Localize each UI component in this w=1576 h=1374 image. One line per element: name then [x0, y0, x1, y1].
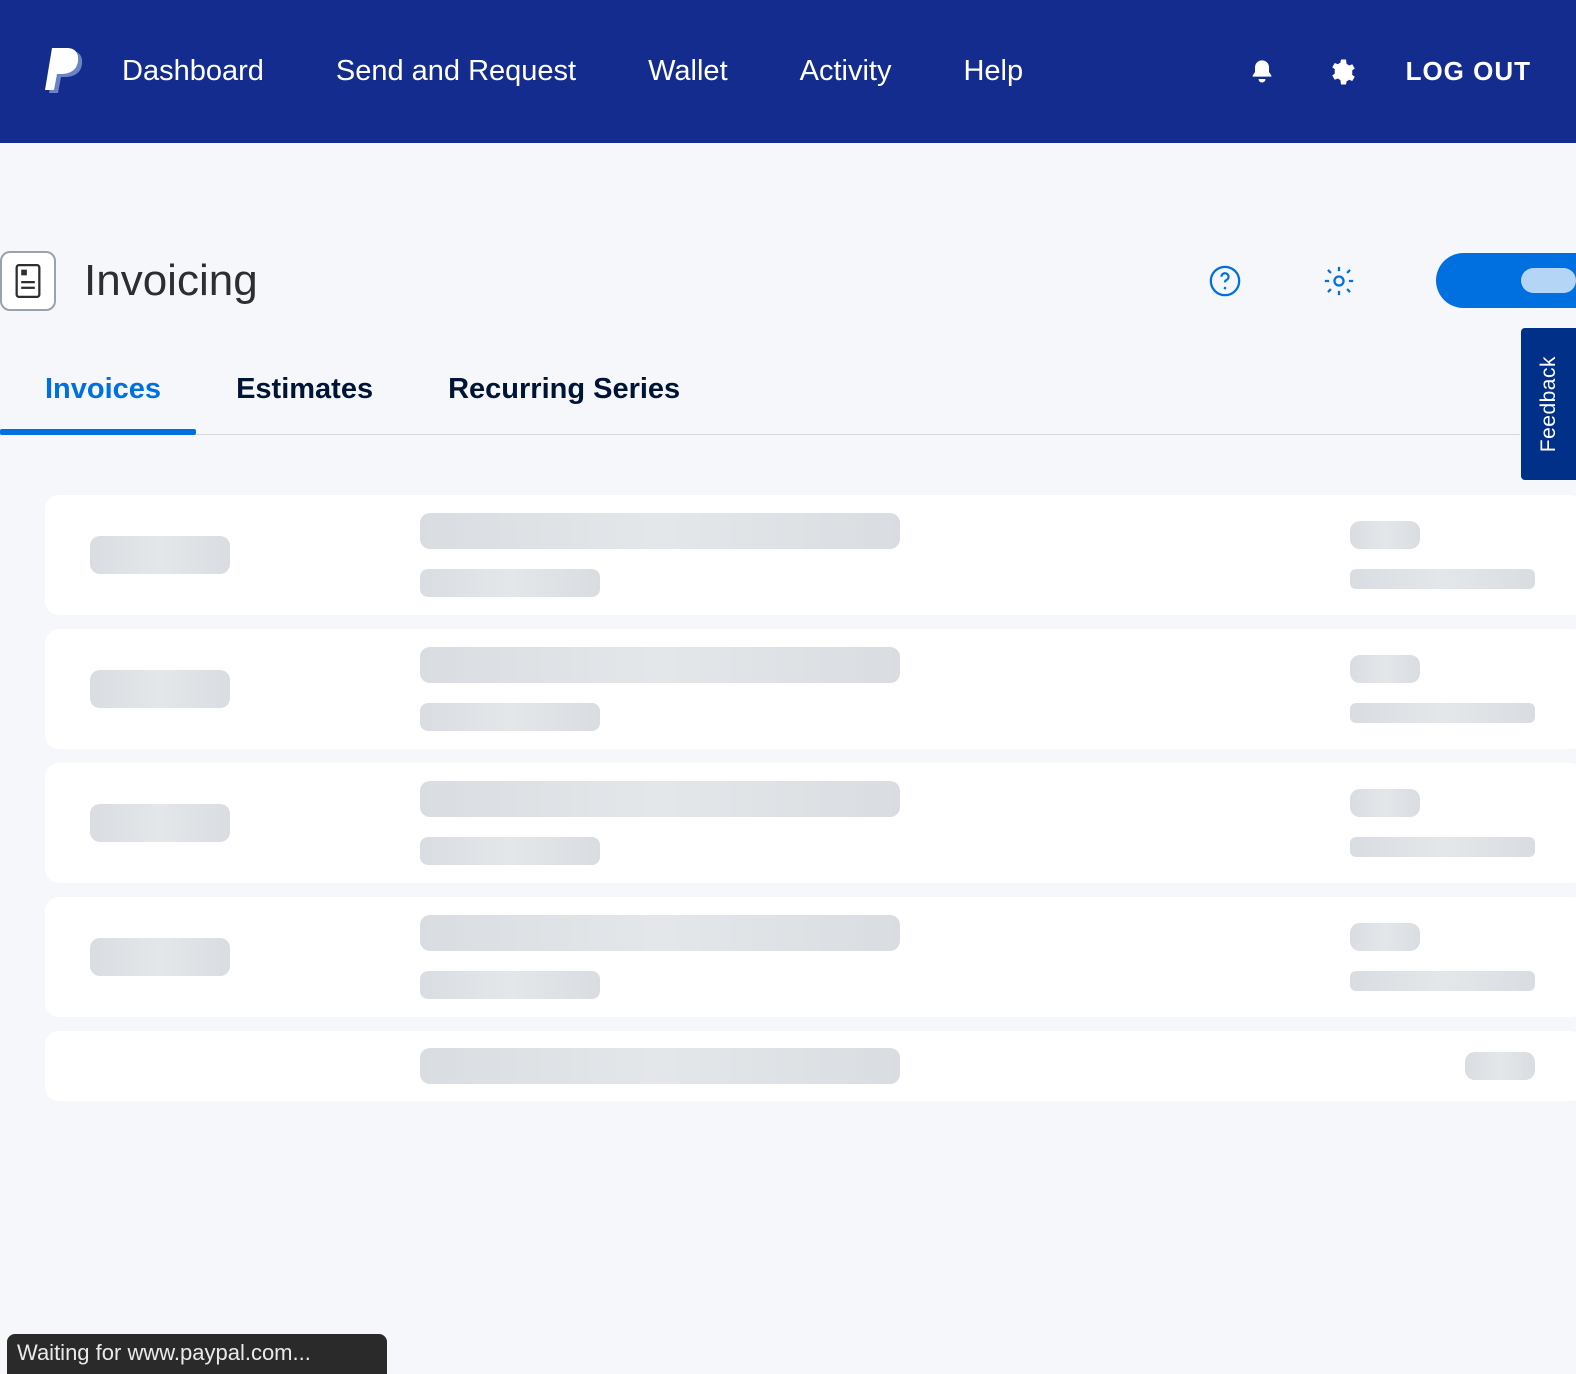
skeleton-block	[420, 1048, 900, 1084]
tab-recurring-series[interactable]: Recurring Series	[448, 373, 680, 434]
tab-invoices[interactable]: Invoices	[45, 373, 161, 434]
skeleton-block	[1350, 923, 1420, 951]
tabs: Invoices Estimates Recurring Series	[0, 373, 1520, 435]
feedback-label: Feedback	[1537, 356, 1561, 452]
skeleton-block	[420, 647, 900, 683]
skeleton-block	[420, 837, 600, 865]
settings-gear-icon[interactable]	[1322, 264, 1356, 298]
skeleton-block	[420, 703, 600, 731]
skeleton-block	[90, 670, 230, 708]
help-circle-icon[interactable]	[1208, 264, 1242, 298]
bell-icon[interactable]	[1248, 57, 1276, 87]
nav-dashboard[interactable]: Dashboard	[122, 55, 264, 88]
skeleton-block	[1350, 569, 1535, 589]
list-item	[45, 897, 1576, 1017]
nav-help[interactable]: Help	[963, 55, 1023, 88]
skeleton-block	[1350, 655, 1420, 683]
list-item	[45, 1031, 1576, 1101]
top-nav: Dashboard Send and Request Wallet Activi…	[0, 0, 1576, 143]
invoice-list-loading	[0, 495, 1576, 1101]
skeleton-block	[420, 915, 900, 951]
skeleton-block	[420, 513, 900, 549]
skeleton-block	[420, 569, 600, 597]
skeleton-block	[1350, 971, 1535, 991]
nav-activity[interactable]: Activity	[800, 55, 892, 88]
nav-wallet[interactable]: Wallet	[648, 55, 728, 88]
logout-button[interactable]: LOG OUT	[1406, 56, 1531, 87]
skeleton-block	[1350, 837, 1535, 857]
skeleton-block	[1465, 1052, 1535, 1080]
page-title: Invoicing	[84, 256, 258, 306]
list-item	[45, 629, 1576, 749]
skeleton-block	[1350, 789, 1420, 817]
nav-links: Dashboard Send and Request Wallet Activi…	[122, 55, 1023, 88]
skeleton-block	[90, 938, 230, 976]
skeleton-block	[90, 804, 230, 842]
nav-send-request[interactable]: Send and Request	[336, 55, 576, 88]
page-header: Invoicing	[0, 143, 1576, 343]
skeleton-block	[1350, 703, 1535, 723]
skeleton-block	[1350, 521, 1420, 549]
skeleton-block	[420, 781, 900, 817]
invoicing-doc-icon	[0, 251, 56, 311]
tab-estimates[interactable]: Estimates	[236, 373, 373, 434]
gear-icon[interactable]	[1326, 57, 1356, 87]
browser-status-bar: Waiting for www.paypal.com...	[7, 1334, 387, 1374]
paypal-logo[interactable]	[45, 48, 87, 96]
list-item	[45, 763, 1576, 883]
skeleton-block	[90, 536, 230, 574]
header-actions	[1208, 253, 1576, 308]
create-invoice-button[interactable]	[1436, 253, 1576, 308]
feedback-tab[interactable]: Feedback	[1521, 328, 1576, 480]
list-item	[45, 495, 1576, 615]
nav-right: LOG OUT	[1248, 56, 1531, 87]
skeleton-block	[420, 971, 600, 999]
